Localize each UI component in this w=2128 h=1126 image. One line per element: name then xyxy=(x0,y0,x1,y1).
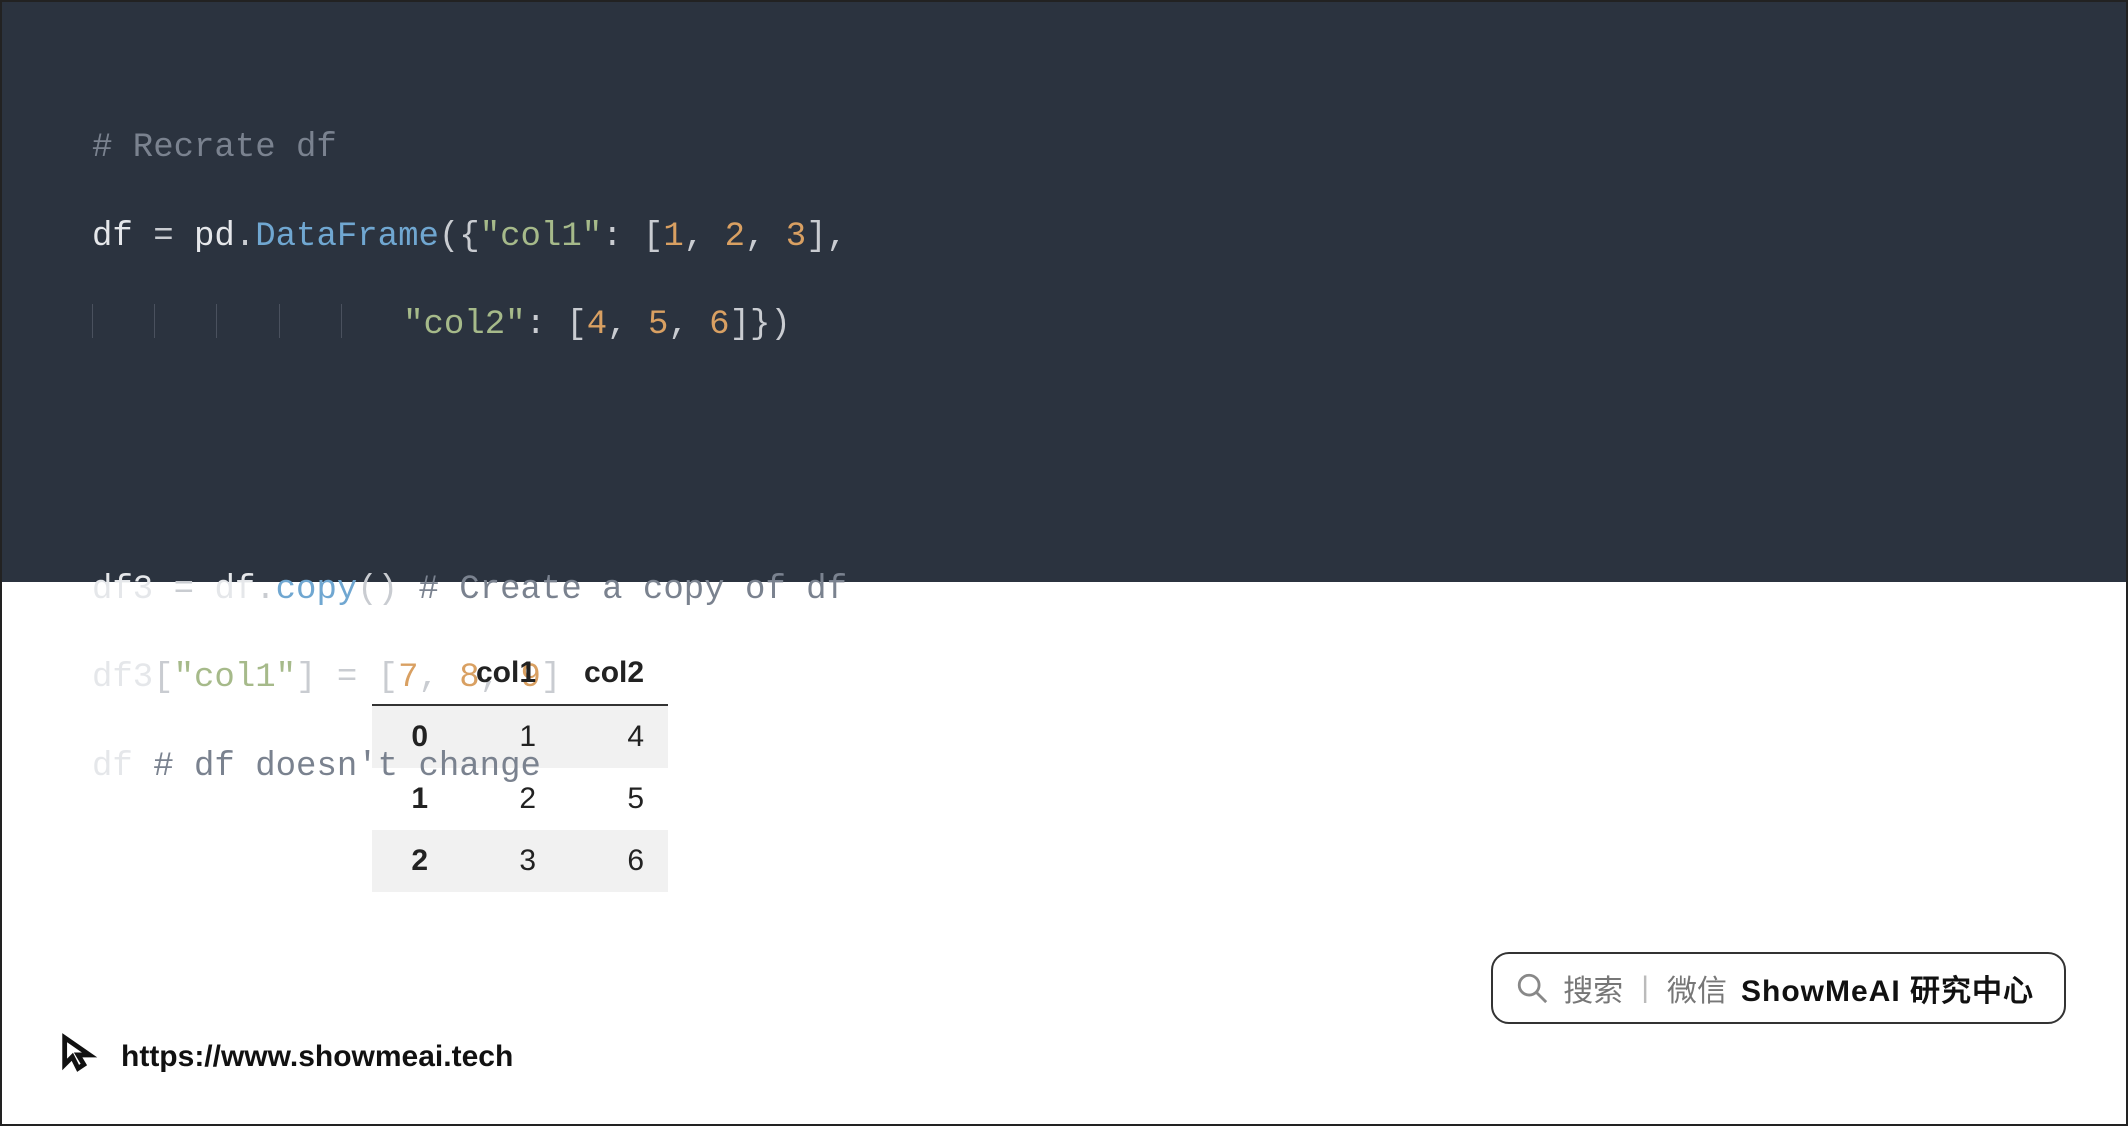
search-pill[interactable]: 搜索 | 微信 ShowMeAI 研究中心 xyxy=(1491,952,2066,1024)
table-col-header: col2 xyxy=(560,642,668,705)
code-block: # Recrate df df = pd.DataFrame({"col1": … xyxy=(2,2,2126,582)
search-label: 搜索 xyxy=(1563,966,1623,1010)
output-area: col1 col2 0 1 4 1 2 5 2 3 6 xyxy=(2,582,2126,892)
table-row: 2 3 6 xyxy=(372,830,668,892)
brand-label: ShowMeAI 研究中心 xyxy=(1741,966,2034,1010)
table-index-cell: 2 xyxy=(372,830,452,892)
table-cell: 4 xyxy=(560,705,668,768)
search-icon xyxy=(1515,971,1549,1005)
code-var: df xyxy=(92,218,133,256)
footer-link[interactable]: https://www.showmeai.tech xyxy=(57,1030,513,1084)
divider: | xyxy=(1641,971,1649,1005)
wechat-label: 微信 xyxy=(1667,966,1727,1010)
footer-url-text: https://www.showmeai.tech xyxy=(121,1040,513,1074)
code-comment: # Recrate df xyxy=(92,129,337,167)
table-cell: 5 xyxy=(560,768,668,830)
cursor-icon xyxy=(57,1030,103,1084)
table-cell: 3 xyxy=(452,830,560,892)
table-cell: 6 xyxy=(560,830,668,892)
code-method: DataFrame xyxy=(255,218,439,256)
